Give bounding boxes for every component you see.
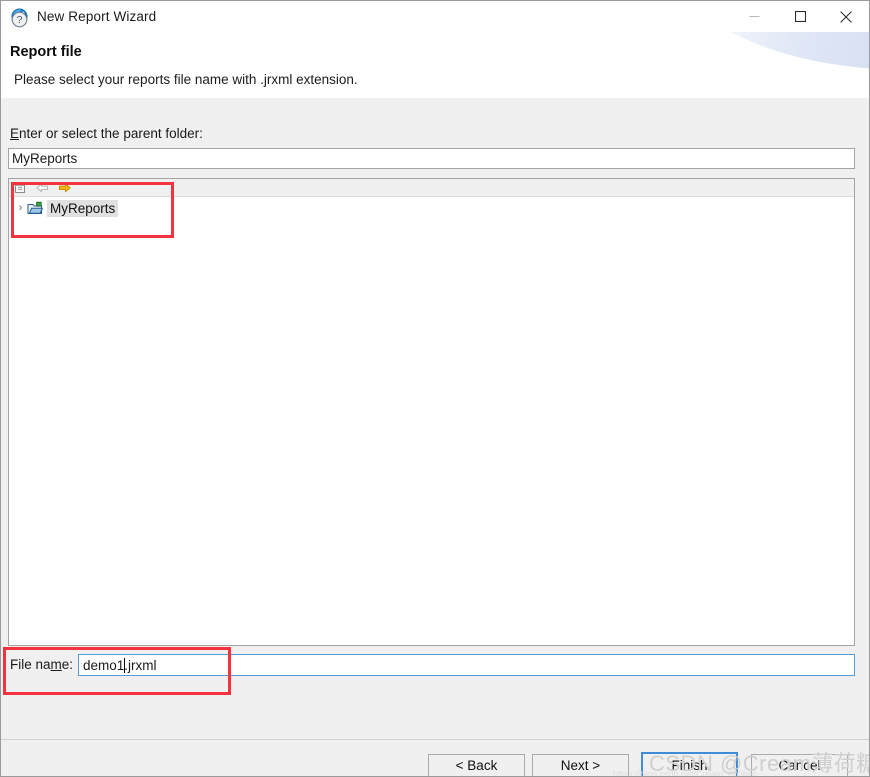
project-folder-icon — [27, 201, 44, 216]
title-bar: New Report Wizard — [1, 1, 869, 32]
header-decoration — [679, 32, 869, 70]
maximize-icon — [794, 11, 806, 22]
forward-arrow-icon[interactable] — [57, 181, 72, 195]
parent-folder-input[interactable] — [8, 148, 855, 169]
window-controls — [731, 1, 869, 32]
folder-tree: › MyReports — [9, 197, 854, 218]
next-button-label: Next > — [560, 758, 601, 773]
help-button[interactable]: ? — [11, 11, 28, 28]
cancel-button[interactable]: Cancel — [751, 754, 848, 776]
file-name-input[interactable] — [78, 654, 855, 676]
page-description: Please select your reports file name wit… — [14, 72, 358, 87]
file-name-label-b: e: — [61, 657, 74, 672]
file-name-label: File name: — [10, 657, 73, 672]
next-button[interactable]: Next > — [532, 754, 629, 776]
finish-button[interactable]: Finish — [641, 752, 738, 776]
back-button-label: < Back — [455, 758, 498, 773]
folder-tree-panel[interactable]: › MyReports — [8, 178, 855, 646]
file-name-label-mnemonic: m — [50, 657, 62, 672]
parent-folder-label: Enter or select the parent folder: — [10, 126, 203, 141]
window-title: New Report Wizard — [37, 9, 157, 24]
cancel-button-label: Cancel — [778, 758, 821, 773]
parent-folder-label-mnemonic: E — [10, 126, 20, 141]
wizard-header: Report file Please select your reports f… — [1, 32, 869, 99]
parent-folder-label-rest: nter or select the parent folder: — [19, 126, 203, 141]
tree-item-myreports[interactable]: › MyReports — [9, 199, 854, 218]
close-icon — [840, 10, 852, 23]
text-caret — [124, 658, 125, 673]
minimize-button[interactable] — [731, 1, 777, 32]
file-name-row: File name: — [1, 654, 869, 680]
new-report-wizard-dialog: New Report Wizard Report file Please sel… — [0, 0, 870, 777]
tree-toolbar — [9, 179, 854, 197]
close-button[interactable] — [823, 1, 869, 32]
maximize-button[interactable] — [777, 1, 823, 32]
tree-item-label: MyReports — [47, 200, 119, 217]
collapse-all-icon[interactable] — [13, 181, 28, 195]
dialog-body: Enter or select the parent folder: MyRep… — [1, 98, 869, 739]
file-name-label-a: File na — [10, 657, 51, 672]
back-arrow-icon[interactable] — [35, 181, 50, 195]
minimize-icon — [749, 16, 759, 17]
back-button[interactable]: < Back — [428, 754, 525, 776]
page-title: Report file — [10, 44, 82, 60]
finish-button-label: Finish — [671, 757, 708, 773]
chevron-right-icon[interactable]: › — [14, 199, 27, 218]
help-glyph: ? — [17, 14, 23, 26]
